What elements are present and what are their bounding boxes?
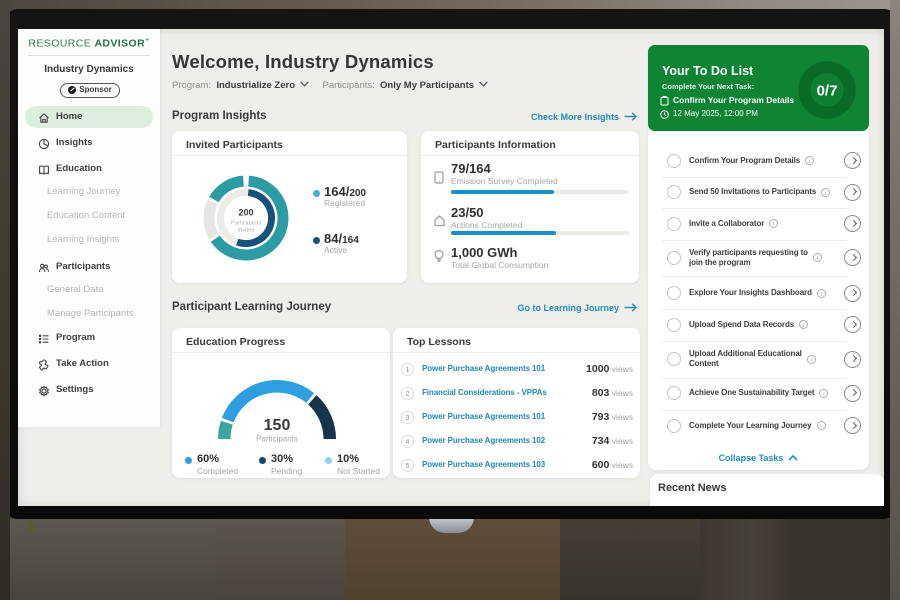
svg-text:Invited: Invited [237, 228, 254, 234]
svg-text:150: 150 [264, 417, 291, 434]
svg-text:Participants: Participants [256, 435, 298, 444]
svg-text:Participants: Participants [231, 221, 261, 227]
svg-text:0/7: 0/7 [817, 83, 838, 100]
svg-text:200: 200 [238, 208, 253, 218]
